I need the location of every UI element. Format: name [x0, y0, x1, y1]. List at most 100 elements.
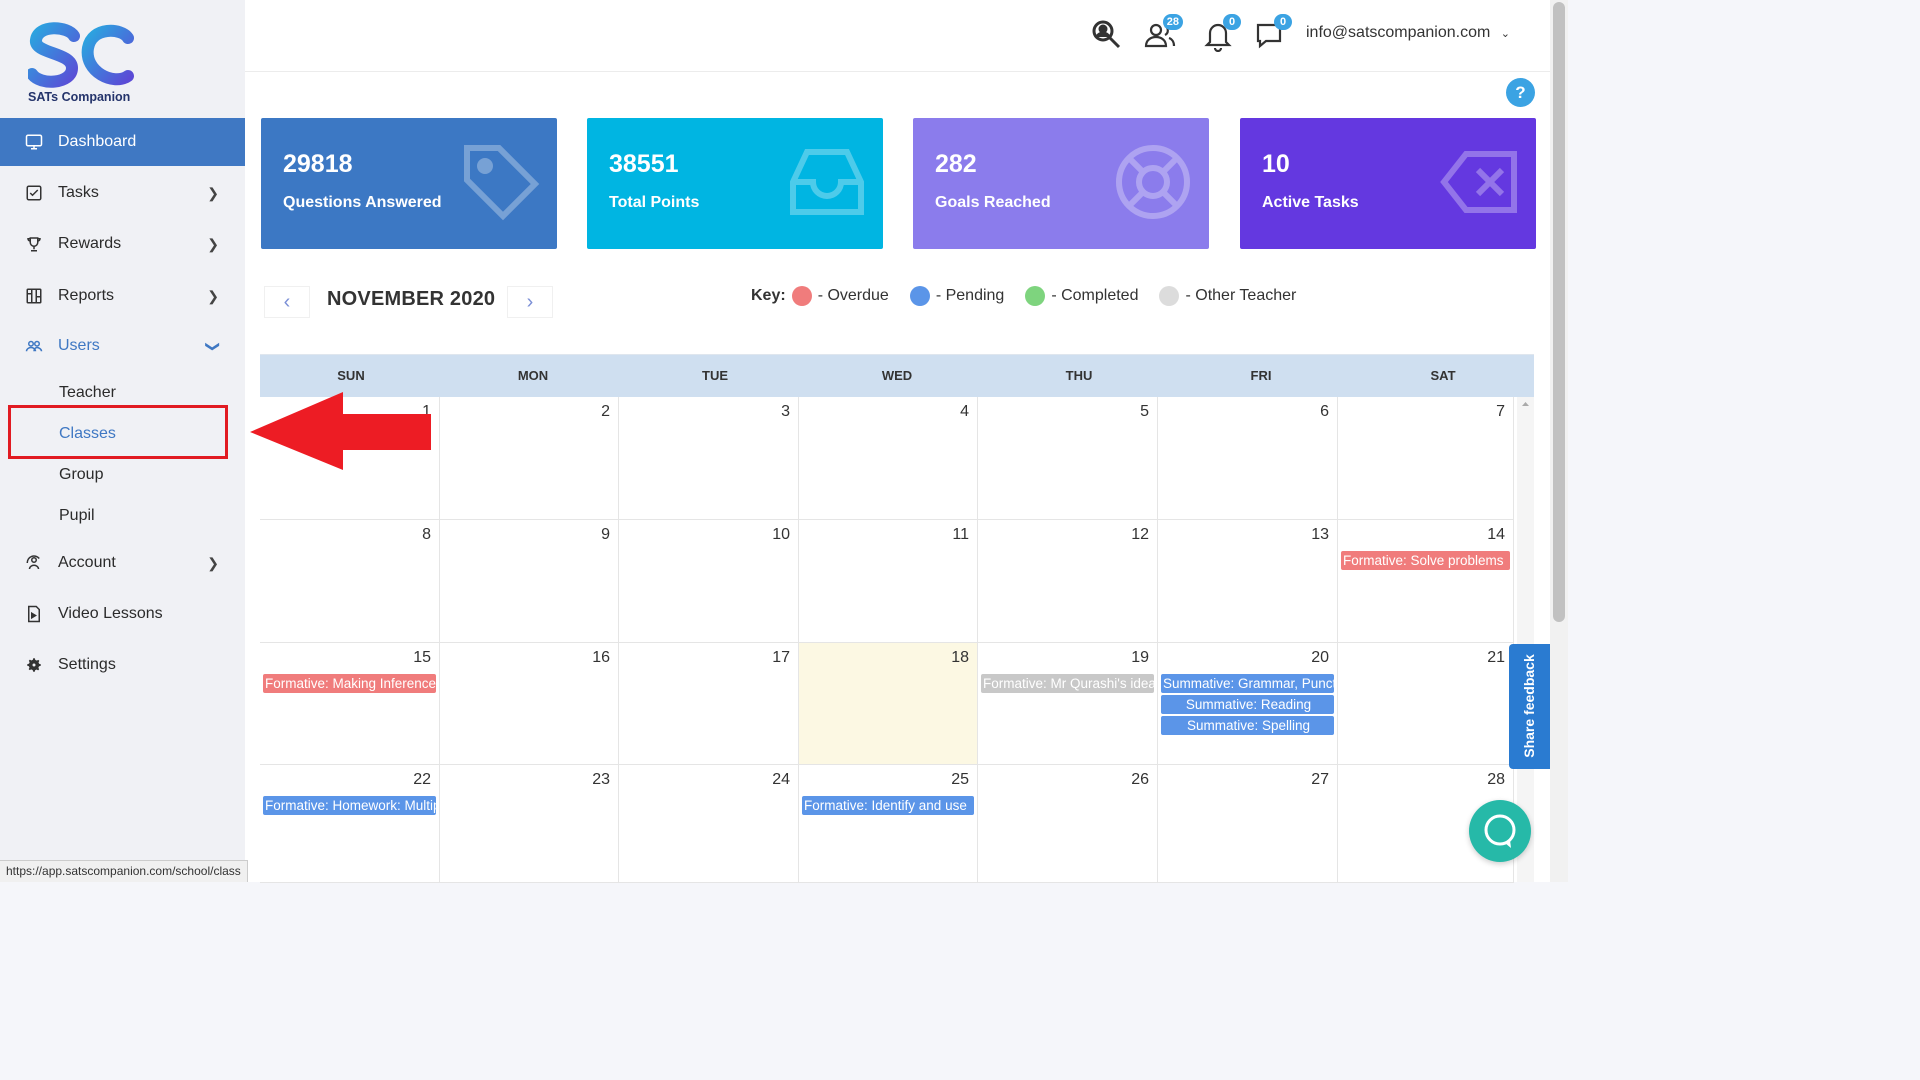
- chevron-down-icon: ⌄: [1500, 28, 1510, 40]
- calendar-event[interactable]: Summative: Grammar, Punctuation: [1161, 674, 1334, 693]
- calendar-day-cell[interactable]: 25 Formative: Identify and use: [799, 765, 978, 883]
- help-button[interactable]: ?: [1506, 78, 1535, 107]
- calendar-day-number: 5: [1140, 403, 1149, 420]
- legend-item-completed: - Completed: [1025, 286, 1138, 306]
- weekday-thu: THU: [1065, 368, 1093, 383]
- calendar-month-title: NOVEMBER 2020: [327, 288, 496, 310]
- share-feedback-button[interactable]: Share feedback: [1509, 644, 1550, 769]
- calendar-day-cell[interactable]: 4: [799, 397, 978, 520]
- completed-dot-icon: [1025, 286, 1046, 306]
- classes-highlight-box: [8, 405, 228, 459]
- sidebar-item-video-lessons[interactable]: Video Lessons: [0, 590, 245, 638]
- calendar-day-cell[interactable]: 20 Summative: Grammar, Punctuation Summati…: [1158, 643, 1338, 765]
- calendar-event[interactable]: Summative: Spelling: [1161, 716, 1334, 735]
- chat-launcher-button[interactable]: [1469, 800, 1531, 862]
- account-icon: [24, 553, 44, 573]
- brand-name: SATs Companion: [28, 90, 131, 104]
- messages-count-badge: 0: [1274, 14, 1292, 30]
- weekday-sun: SUN: [337, 368, 365, 383]
- sidebar-subitem-group[interactable]: Group: [0, 455, 245, 495]
- scroll-up-arrow-icon: [1522, 402, 1529, 406]
- calendar-day-cell[interactable]: 10: [619, 520, 799, 643]
- calendar-day-cell[interactable]: 8: [260, 520, 440, 643]
- calendar-event[interactable]: Formative: Mr Qurashi's idea: [981, 674, 1154, 693]
- video-icon: [24, 604, 44, 624]
- legend-item-pending: - Pending: [909, 286, 1004, 306]
- calendar-day-number: 23: [592, 771, 610, 788]
- calendar-day-cell[interactable]: 16: [440, 643, 619, 765]
- calendar-day-cell[interactable]: 22 Formative: Homework: Multiply: [260, 765, 440, 883]
- calendar-day-cell[interactable]: 2: [440, 397, 619, 520]
- calendar-day-number: 24: [772, 771, 790, 788]
- sidebar-item-dashboard[interactable]: Dashboard: [0, 118, 245, 166]
- calendar-day-number: 6: [1320, 403, 1329, 420]
- message-icon[interactable]: 0: [1252, 14, 1292, 52]
- sidebar-item-label: Settings: [58, 656, 116, 673]
- delete-icon: [1440, 151, 1517, 213]
- scrollbar-thumb[interactable]: [1553, 2, 1565, 622]
- trophy-icon: [24, 234, 44, 254]
- tag-icon: [464, 145, 540, 221]
- calendar-day-cell[interactable]: 15 Formative: Making Inferences: [260, 643, 440, 765]
- chevron-right-icon: ❯: [207, 235, 219, 252]
- calendar-event[interactable]: Formative: Identify and use: [802, 796, 974, 815]
- calendar-day-cell[interactable]: 18: [799, 643, 978, 765]
- chevron-down-icon: ❯: [205, 340, 222, 352]
- sidebar-item-label: Tasks: [58, 184, 99, 201]
- calendar-day-cell[interactable]: 27: [1158, 765, 1338, 883]
- stat-value: 38551: [609, 150, 679, 178]
- calendar-grid: SUN MON TUE WED THU FRI SAT 1 2 3 4 5 6 7 8 9 10 11 12 13 1…: [260, 354, 1534, 883]
- calendar-event[interactable]: Formative: Making Inferences: [263, 674, 436, 693]
- calendar-day-cell[interactable]: 24: [619, 765, 799, 883]
- calendar-day-cell[interactable]: 14 Formative: Solve problems: [1338, 520, 1514, 643]
- calendar-day-cell[interactable]: 6: [1158, 397, 1338, 520]
- legend-label: - Other Teacher: [1185, 287, 1297, 304]
- sidebar-item-label: Video Lessons: [58, 605, 163, 622]
- calendar-event[interactable]: Formative: Homework: Multiply: [263, 796, 436, 815]
- report-icon: [24, 286, 44, 306]
- calendar-day-number: 27: [1311, 771, 1329, 788]
- search-user-icon[interactable]: [1089, 18, 1123, 52]
- bell-icon[interactable]: 0: [1201, 14, 1241, 53]
- calendar-day-cell[interactable]: 7: [1338, 397, 1514, 520]
- calendar-day-number: 20: [1311, 649, 1329, 666]
- sidebar-item-label: Dashboard: [58, 133, 137, 150]
- calendar-day-cell[interactable]: 9: [440, 520, 619, 643]
- calendar-day-number: 19: [1131, 649, 1149, 666]
- calendar-day-cell[interactable]: 17: [619, 643, 799, 765]
- sidebar-item-account[interactable]: Account ❯: [0, 539, 245, 587]
- monitor-icon: [24, 132, 44, 152]
- inbox-icon: [790, 149, 864, 215]
- sidebar-item-rewards[interactable]: Rewards ❯: [0, 220, 245, 268]
- stat-label: Goals Reached: [935, 194, 1051, 211]
- user-menu[interactable]: info@satscompanion.com ⌄: [1306, 24, 1510, 42]
- calendar-next-button[interactable]: ›: [507, 286, 553, 318]
- calendar-day-cell[interactable]: 26: [978, 765, 1158, 883]
- sidebar-item-tasks[interactable]: Tasks ❯: [0, 169, 245, 217]
- sidebar-item-settings[interactable]: Settings: [0, 641, 245, 689]
- calendar-day-cell[interactable]: 12: [978, 520, 1158, 643]
- calendar-day-cell[interactable]: 11: [799, 520, 978, 643]
- calendar-event[interactable]: Summative: Reading: [1161, 695, 1334, 714]
- calendar-day-number: 2: [601, 403, 610, 420]
- calendar-day-cell[interactable]: 21: [1338, 643, 1514, 765]
- users-badge-icon[interactable]: 28: [1143, 14, 1183, 52]
- stat-card-active-tasks: 10 Active Tasks: [1240, 118, 1536, 249]
- calendar-prev-button[interactable]: ‹: [264, 286, 310, 318]
- legend-label: - Completed: [1051, 287, 1139, 304]
- calendar-day-cell[interactable]: 13: [1158, 520, 1338, 643]
- calendar-day-cell[interactable]: 3: [619, 397, 799, 520]
- calendar-day-number: 9: [601, 526, 610, 543]
- sidebar-subitem-pupil[interactable]: Pupil: [0, 496, 245, 536]
- logo[interactable]: SATs Companion: [26, 22, 148, 108]
- page-scrollbar[interactable]: [1550, 0, 1568, 882]
- calendar-day-cell[interactable]: 19 Formative: Mr Qurashi's idea: [978, 643, 1158, 765]
- calendar-day-cell[interactable]: 5: [978, 397, 1158, 520]
- sidebar-item-label: Users: [58, 337, 100, 354]
- calendar-event[interactable]: Formative: Solve problems: [1341, 551, 1510, 570]
- sidebar-item-reports[interactable]: Reports ❯: [0, 272, 245, 320]
- sidebar-item-users[interactable]: Users ❯: [0, 322, 245, 370]
- calendar-legend: Key: - Overdue - Pending - Completed - O…: [751, 286, 1317, 306]
- calendar-day-cell[interactable]: 23: [440, 765, 619, 883]
- calendar-day-number: 7: [1496, 403, 1505, 420]
